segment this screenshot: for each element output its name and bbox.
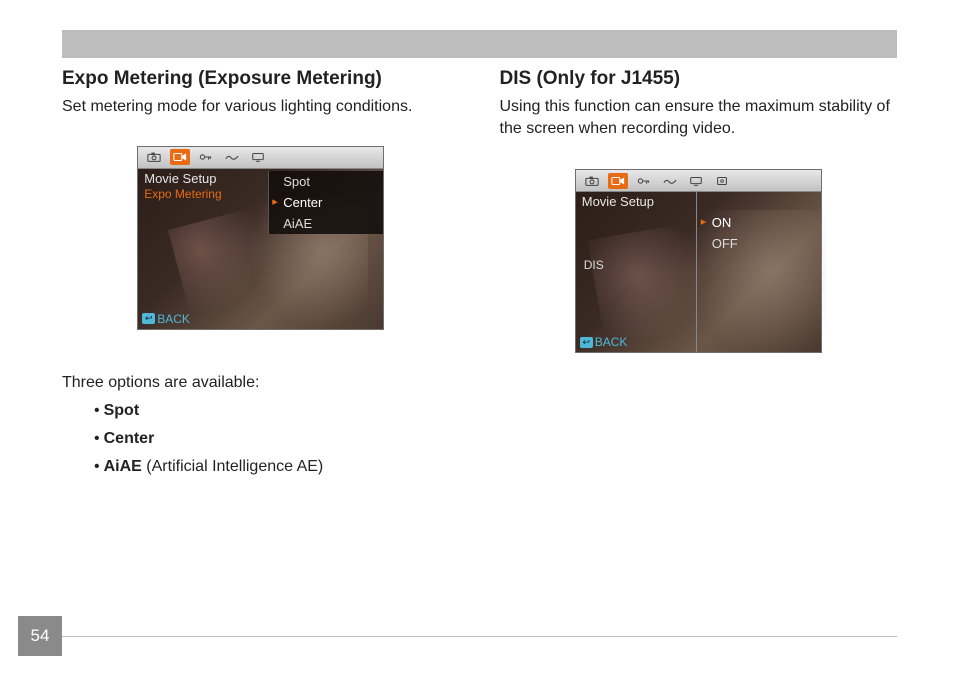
option-center: Center: [104, 430, 155, 447]
camera-option-aiae: AiAE: [269, 213, 383, 234]
list-item: •Center: [94, 430, 460, 448]
left-column: Expo Metering (Exposure Metering) Set me…: [62, 68, 460, 486]
wave-icon: [660, 173, 680, 189]
page-content: Expo Metering (Exposure Metering) Set me…: [62, 68, 897, 486]
expo-metering-screenshot: Movie Setup Expo Metering Spot Center Ai…: [137, 146, 384, 330]
footer-rule: [62, 636, 897, 637]
camera-back-link: ↩ BACK: [580, 335, 628, 349]
page-number: 54: [18, 616, 62, 656]
dis-title: DIS (Only for J1455): [500, 68, 898, 90]
movie-icon: [608, 173, 628, 189]
camera-subtitle: Movie Setup: [144, 171, 216, 186]
option-aiae: AiAE: [104, 458, 142, 475]
dis-screenshot: Movie Setup DIS ON OFF ↩ BACK: [575, 169, 822, 353]
back-label: BACK: [157, 312, 190, 326]
camera-option-on: ON: [698, 212, 820, 233]
right-column: DIS (Only for J1455) Using this function…: [500, 68, 898, 486]
options-list: •Spot •Center •AiAE (Artificial Intellig…: [62, 402, 460, 476]
camera-option-center: Center: [269, 192, 383, 213]
list-item: •AiAE (Artificial Intelligence AE): [94, 458, 460, 476]
header-bar: [62, 30, 897, 58]
dis-desc: Using this function can ensure the maxim…: [500, 96, 898, 139]
camera-option-list: Spot Center AiAE: [268, 171, 383, 234]
camera-option-off: OFF: [698, 233, 820, 254]
camera-menu-bar: [576, 170, 821, 192]
options-intro: Three options are available:: [62, 374, 460, 392]
key-icon: [196, 149, 216, 165]
camera-subtitle: Movie Setup: [582, 194, 654, 209]
option-spot: Spot: [104, 402, 140, 419]
camera-option-spot: Spot: [269, 171, 383, 192]
back-icon: ↩: [580, 337, 593, 348]
back-icon: ↩: [142, 313, 155, 324]
camera-icon: [144, 149, 164, 165]
camera-option-list: ON OFF: [698, 212, 820, 254]
movie-icon: [170, 149, 190, 165]
expo-metering-title: Expo Metering (Exposure Metering): [62, 68, 460, 90]
back-label: BACK: [595, 335, 628, 349]
camera-back-link: ↩ BACK: [142, 312, 190, 326]
monitor-icon: [686, 173, 706, 189]
key-icon: [634, 173, 654, 189]
face-icon: [712, 173, 732, 189]
camera-setting-name: Expo Metering: [144, 187, 221, 201]
expo-metering-desc: Set metering mode for various lighting c…: [62, 96, 460, 118]
camera-icon: [582, 173, 602, 189]
camera-side-label: DIS: [584, 258, 604, 272]
wave-icon: [222, 149, 242, 165]
list-item: •Spot: [94, 402, 460, 420]
divider-line: [696, 192, 697, 352]
camera-menu-bar: [138, 147, 383, 169]
monitor-icon: [248, 149, 268, 165]
